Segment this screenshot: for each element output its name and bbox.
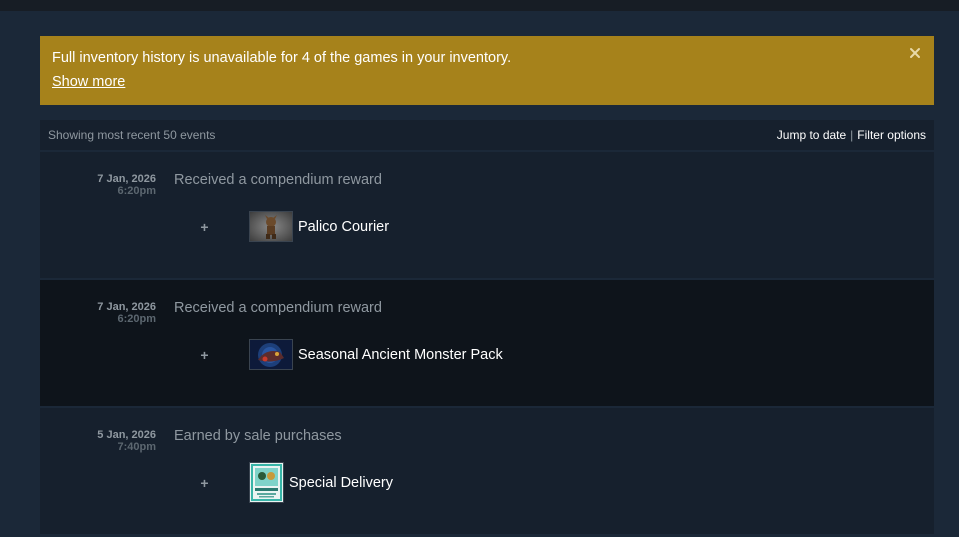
special-delivery-thumbnail[interactable] [249, 462, 284, 503]
inventory-history: Showing most recent 50 events Jump to da… [40, 120, 934, 534]
event-time: 6:20pm [117, 313, 156, 325]
event-timestamp: 5 Jan, 2026 7:40pm [97, 429, 156, 453]
event-timestamp: 7 Jan, 2026 6:20pm [97, 173, 156, 197]
event-date: 7 Jan, 2026 [97, 301, 156, 313]
history-event: 7 Jan, 2026 6:20pm Received a compendium… [40, 152, 934, 278]
history-unavailable-notice: Full inventory history is unavailable fo… [40, 36, 934, 105]
jump-to-date-link[interactable]: Jump to date [777, 128, 846, 142]
filter-options-link[interactable]: Filter options [857, 128, 926, 142]
history-controls: Jump to date | Filter options [777, 128, 926, 142]
event-time: 7:40pm [117, 441, 156, 453]
palico-courier-thumbnail[interactable] [249, 211, 293, 242]
event-description: Received a compendium reward [174, 300, 382, 316]
top-bar [0, 0, 959, 11]
history-event: 5 Jan, 2026 7:40pm Earned by sale purcha… [40, 408, 934, 534]
event-item: + Seasonal Ancient Monster Pack [200, 339, 503, 370]
item-name[interactable]: Special Delivery [289, 475, 393, 491]
event-date: 7 Jan, 2026 [97, 173, 156, 185]
show-more-link[interactable]: Show more [52, 74, 125, 90]
event-item: + Palico Courier [200, 211, 389, 242]
event-time: 6:20pm [117, 185, 156, 197]
separator: | [850, 128, 854, 142]
event-item: + Special Delivery [200, 462, 393, 503]
events-summary: Showing most recent 50 events [48, 128, 216, 142]
event-date: 5 Jan, 2026 [97, 429, 156, 441]
monster-pack-thumbnail[interactable] [249, 339, 293, 370]
history-event: 7 Jan, 2026 6:20pm Received a compendium… [40, 280, 934, 406]
inventory-history-page: Full inventory history is unavailable fo… [40, 36, 934, 534]
plus-icon: + [200, 474, 209, 491]
notice-text: Full inventory history is unavailable fo… [52, 50, 512, 66]
event-timestamp: 7 Jan, 2026 6:20pm [97, 301, 156, 325]
history-header: Showing most recent 50 events Jump to da… [40, 120, 934, 150]
close-icon[interactable] [908, 46, 922, 60]
plus-icon: + [200, 346, 209, 363]
item-name[interactable]: Seasonal Ancient Monster Pack [298, 347, 503, 363]
plus-icon: + [200, 218, 209, 235]
event-description: Earned by sale purchases [174, 428, 342, 444]
item-name[interactable]: Palico Courier [298, 219, 389, 235]
event-description: Received a compendium reward [174, 172, 382, 188]
